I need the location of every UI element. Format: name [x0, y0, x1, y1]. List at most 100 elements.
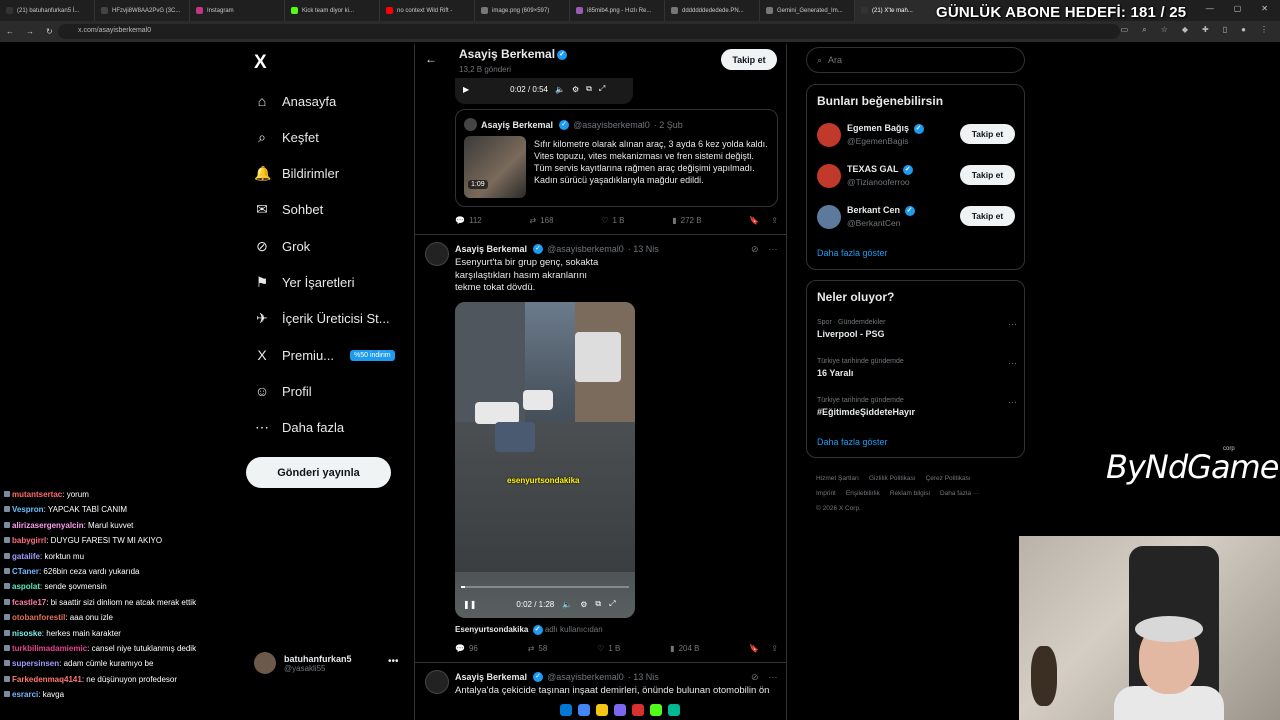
browser-tab[interactable]: i85mib4.png - Hızlı Re...: [570, 0, 665, 21]
video-progress[interactable]: [461, 586, 629, 588]
chat-username[interactable]: Vespron: [12, 505, 44, 514]
tweet-author-name[interactable]: Asayiş Berkemal: [455, 672, 527, 682]
more-icon[interactable]: ⋯: [1008, 319, 1017, 330]
more-icon[interactable]: •••: [388, 656, 399, 667]
taskbar-app-icon[interactable]: [614, 704, 626, 716]
browser-tab[interactable]: no context Wild Rift -: [380, 0, 475, 21]
more-icon[interactable]: ⋯: [769, 244, 778, 255]
sidebar-item-1[interactable]: ⌕ Keşfet: [254, 125, 319, 149]
forward-icon[interactable]: →: [26, 27, 34, 36]
sidebar-item-0[interactable]: ⌂ Anasayfa: [254, 89, 336, 113]
repost-button[interactable]: ⇄ 58: [528, 644, 548, 653]
pip-icon[interactable]: ⧉: [595, 599, 601, 609]
taskbar-app-icon[interactable]: [578, 704, 590, 716]
chat-username[interactable]: nisoske: [12, 629, 42, 638]
chat-username[interactable]: esrarci: [12, 690, 38, 699]
trend-item[interactable]: Türkiye tarihinde gündemde #EğitimdeŞidde…: [817, 397, 1017, 417]
fullscreen-icon[interactable]: ⤢: [599, 84, 605, 94]
search-input[interactable]: ⌕ Ara: [806, 47, 1025, 73]
share-icon[interactable]: ⇪: [771, 644, 778, 653]
x-logo[interactable]: X: [254, 52, 267, 74]
sidebar-item-9[interactable]: ⋯ Daha fazla: [254, 415, 344, 439]
more-icon[interactable]: ⋯: [1008, 358, 1017, 369]
sidebar-item-7[interactable]: X Premiu... %50 indirim: [254, 343, 395, 367]
taskbar-app-icon[interactable]: [668, 704, 680, 716]
taskbar-app-icon[interactable]: [650, 704, 662, 716]
search-icon[interactable]: ⌕: [1142, 25, 1146, 35]
sidebar-item-4[interactable]: ⊘ Grok: [254, 234, 310, 258]
suggestion-row[interactable]: Egemen Bağış ✓ @EgemenBagis Takip et: [817, 121, 1017, 149]
chat-username[interactable]: Farkedenmaq4141: [12, 675, 82, 684]
account-switcher[interactable]: batuhanfurkan5 @yasakli55: [254, 652, 352, 674]
profile-icon[interactable]: ●: [1241, 25, 1246, 35]
browser-tab[interactable]: (21) batuhanfurkan5 İ...: [0, 0, 95, 21]
trend-item[interactable]: Spor · Gündemdekiler Liverpool - PSG ⋯: [817, 319, 1017, 339]
chat-username[interactable]: otobanforestil: [12, 613, 65, 622]
browser-tab[interactable]: HFzvji8W8AA2PvG (3C...: [95, 0, 190, 21]
chat-username[interactable]: mutantsertac: [12, 490, 62, 499]
more-icon[interactable]: ⋯: [769, 672, 778, 683]
reply-button[interactable]: 💬 112: [455, 216, 482, 225]
footer-link[interactable]: © 2026 X Corp.: [816, 505, 861, 512]
sidebar-item-6[interactable]: ✈ İçerik Üreticisi St...: [254, 306, 390, 330]
address-bar[interactable]: x.com/asayisberkemal0: [58, 24, 1120, 39]
tweet-date[interactable]: · 13 Nis: [628, 244, 659, 254]
volume-icon[interactable]: 🔈: [562, 600, 572, 609]
suggestion-row[interactable]: TEXAS GAL ✓ @Tizianooferroo Takip et: [817, 162, 1017, 190]
settings-icon[interactable]: ⚙: [580, 600, 587, 609]
chat-username[interactable]: turkbilimadamiemic: [12, 644, 87, 653]
more-icon[interactable]: ⋯: [1008, 397, 1017, 408]
like-button[interactable]: ♡ 1 B: [597, 644, 620, 653]
chat-username[interactable]: alirizasergenyalcin: [12, 521, 84, 530]
chat-username[interactable]: fcastle17: [12, 598, 46, 607]
browser-tab[interactable]: image.png (609×597): [475, 0, 570, 21]
taskbar-app-icon[interactable]: [632, 704, 644, 716]
tweet-author-name[interactable]: Asayiş Berkemal: [455, 244, 527, 254]
follow-button[interactable]: Takip et: [721, 49, 777, 70]
source-name[interactable]: Esenyurtsondakika: [455, 625, 528, 634]
follow-button[interactable]: Takip et: [960, 124, 1015, 144]
views-button[interactable]: ▮ 272 B: [672, 216, 701, 225]
follow-button[interactable]: Takip et: [960, 206, 1015, 226]
sidebar-item-3[interactable]: ✉ Sohbet: [254, 197, 323, 221]
chat-username[interactable]: supersinsen: [12, 659, 59, 668]
chat-username[interactable]: aspolat: [12, 582, 40, 591]
minimize-icon[interactable]: —: [1206, 4, 1214, 13]
footer-link[interactable]: Hizmet Şartları: [816, 475, 859, 482]
follow-button[interactable]: Takip et: [960, 165, 1015, 185]
footer-link[interactable]: Imprint: [816, 490, 836, 497]
show-more-link[interactable]: Daha fazla göster: [817, 248, 888, 258]
fullscreen-icon[interactable]: ⤢: [609, 599, 615, 609]
show-more-link[interactable]: Daha fazla göster: [817, 437, 888, 447]
post-button[interactable]: Gönderi yayınla: [246, 457, 391, 488]
maximize-icon[interactable]: ▢: [1234, 4, 1242, 13]
like-button[interactable]: ♡ 1 B: [601, 216, 624, 225]
tweet-author-handle[interactable]: @asayisberkemal0: [547, 244, 624, 254]
avatar[interactable]: [425, 242, 449, 266]
sidebar-icon[interactable]: ▯: [1223, 25, 1227, 35]
bookmark-icon[interactable]: 🔖: [749, 216, 759, 225]
footer-link[interactable]: Daha fazla ···: [940, 490, 979, 497]
sidebar-item-2[interactable]: 🔔 Bildirimler: [254, 161, 339, 185]
grok-icon[interactable]: ⊘: [751, 244, 759, 255]
tweet-author-handle[interactable]: @asayisberkemal0: [547, 672, 624, 682]
extension-icon[interactable]: ◆: [1182, 25, 1188, 35]
pip-icon[interactable]: ⧉: [586, 84, 592, 94]
back-arrow-icon[interactable]: ←: [425, 52, 437, 66]
play-icon[interactable]: ▶: [463, 85, 469, 94]
avatar[interactable]: [425, 670, 449, 694]
volume-icon[interactable]: 🔈: [555, 85, 565, 94]
taskbar-app-icon[interactable]: [596, 704, 608, 716]
chat-username[interactable]: CTaner: [12, 567, 39, 576]
browser-tab[interactable]: Instagram: [190, 0, 285, 21]
taskbar-app-icon[interactable]: [560, 704, 572, 716]
quoted-tweet[interactable]: Asayiş Berkemal ✓ @asayisberkemal0 · 2 Ş…: [455, 109, 778, 207]
views-button[interactable]: ▮ 204 B: [670, 644, 699, 653]
settings-icon[interactable]: ⚙: [572, 85, 579, 94]
cast-icon[interactable]: ▭: [1121, 25, 1129, 35]
footer-link[interactable]: Erişilebilirlik: [846, 490, 880, 497]
footer-link[interactable]: Reklam bilgisi: [890, 490, 930, 497]
chat-username[interactable]: gatalife: [12, 552, 40, 561]
repost-button[interactable]: ⇄ 168: [529, 216, 553, 225]
sidebar-item-8[interactable]: ☺ Profil: [254, 379, 312, 403]
